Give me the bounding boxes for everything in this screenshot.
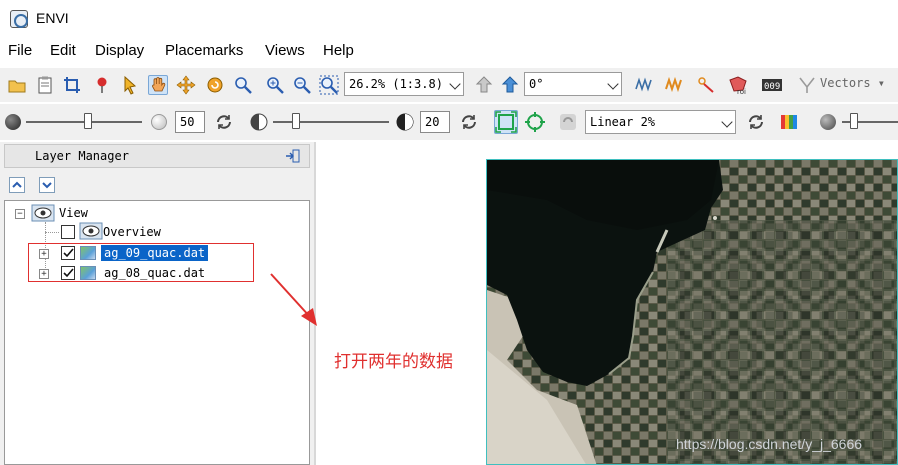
menu-display[interactable]: Display [95,42,144,59]
layer-manager-header: Layer Manager [4,144,310,168]
tree-item-overview[interactable]: Overview [103,225,161,239]
sharpen-slider-thumb[interactable] [850,113,858,129]
roi-draw-icon[interactable] [696,75,716,95]
satellite-image[interactable] [487,160,898,465]
zoom-dropdown[interactable]: 26.2% (1:3.8) [344,72,464,96]
brightness-slider-thumb[interactable] [84,113,92,129]
light-brightness-icon [151,114,167,130]
pin-panel-icon[interactable] [285,148,301,164]
refresh-disabled-icon[interactable] [558,112,578,132]
move-layer-up-button[interactable] [9,177,25,193]
overview-checkbox[interactable] [61,225,75,239]
dark-brightness-icon [5,114,21,130]
highlight-box [28,243,254,282]
select-arrow-icon[interactable] [120,75,140,95]
zoom-fit-icon[interactable] [319,75,339,95]
rotate-icon[interactable] [205,75,225,95]
contrast-high-icon [395,112,415,132]
envi-app-icon [10,10,28,28]
sync-icon[interactable] [523,110,547,134]
vectors-icon[interactable] [797,75,817,95]
chevron-down-icon [449,78,461,90]
menu-help[interactable]: Help [323,42,354,59]
roi-icon[interactable]: roi [728,75,748,96]
chevron-down-icon [721,116,733,128]
stretch-value: Linear 2% [590,115,656,129]
image-display[interactable] [486,159,898,465]
contrast-input[interactable]: 20 [420,111,450,133]
watermark-text: https://blog.csdn.net/y_j_6666 [676,436,863,452]
zoom-out-icon[interactable] [292,75,312,95]
vectors-menu[interactable]: Vectors ▾ [820,76,885,90]
move-icon[interactable] [176,75,196,95]
layer-tree: − View Overview + ag_09_quac.dat + ag_08… [4,200,310,465]
spectral-icon[interactable] [634,75,654,95]
move-layer-down-button[interactable] [39,177,55,193]
contrast-slider-thumb[interactable] [292,113,301,129]
collapse-view-icon[interactable]: − [15,209,25,219]
layer-manager-title: Layer Manager [35,149,129,163]
rotation-value: 0° [529,77,544,91]
chevron-down-icon [607,78,619,90]
open-folder-icon[interactable] [7,75,27,95]
menu-views[interactable]: Views [265,42,305,59]
view-eye-icon [31,204,55,222]
color-table-icon[interactable] [779,112,799,132]
contrast-slider[interactable] [273,121,389,123]
brightness-input[interactable]: 50 [175,111,205,133]
zoom-icon[interactable] [233,75,253,95]
svg-text:009: 009 [764,82,780,92]
window-title: ENVI [36,10,69,26]
tree-connector [45,232,59,233]
rotation-dropdown[interactable]: 0° [524,72,622,96]
annotation-text: 打开两年的数据 [334,352,453,372]
back-icon[interactable] [474,75,494,95]
forward-icon[interactable] [500,75,520,95]
zoom-value: 26.2% (1:3.8) [349,77,443,91]
counter-icon[interactable]: 009 [761,75,783,95]
profile-icon[interactable] [664,75,684,95]
reset-brightness-icon[interactable] [214,112,234,132]
enhancement-toolbar: 50 20 Linear 2% [0,104,898,140]
vectors-label: Vectors [820,76,871,90]
menu-placemarks[interactable]: Placemarks [165,42,243,59]
title-bar: ENVI [0,0,898,38]
annotation-arrow-icon [270,273,317,326]
svg-text:roi: roi [737,88,746,95]
stretch-dropdown[interactable]: Linear 2% [585,110,736,134]
contrast-low-icon [249,112,269,132]
pin-icon[interactable] [92,75,112,95]
reset-stretch-icon[interactable] [746,112,766,132]
sharpen-icon [820,114,836,130]
main-toolbar: 26.2% (1:3.8) 0° roi 009 Vectors ▾ [0,68,898,102]
menu-file[interactable]: File [8,42,32,59]
data-manager-icon[interactable] [35,75,55,95]
overview-eye-icon [79,222,103,240]
reset-contrast-icon[interactable] [459,112,479,132]
menu-bar: File Edit Display Placemarks Views Help [0,38,898,64]
crop-icon[interactable] [62,75,82,95]
full-extent-icon[interactable] [494,110,518,134]
pan-hand-icon[interactable] [148,75,168,95]
menu-edit[interactable]: Edit [50,42,76,59]
tree-view-root[interactable]: View [59,206,88,220]
zoom-in-icon[interactable] [265,75,285,95]
